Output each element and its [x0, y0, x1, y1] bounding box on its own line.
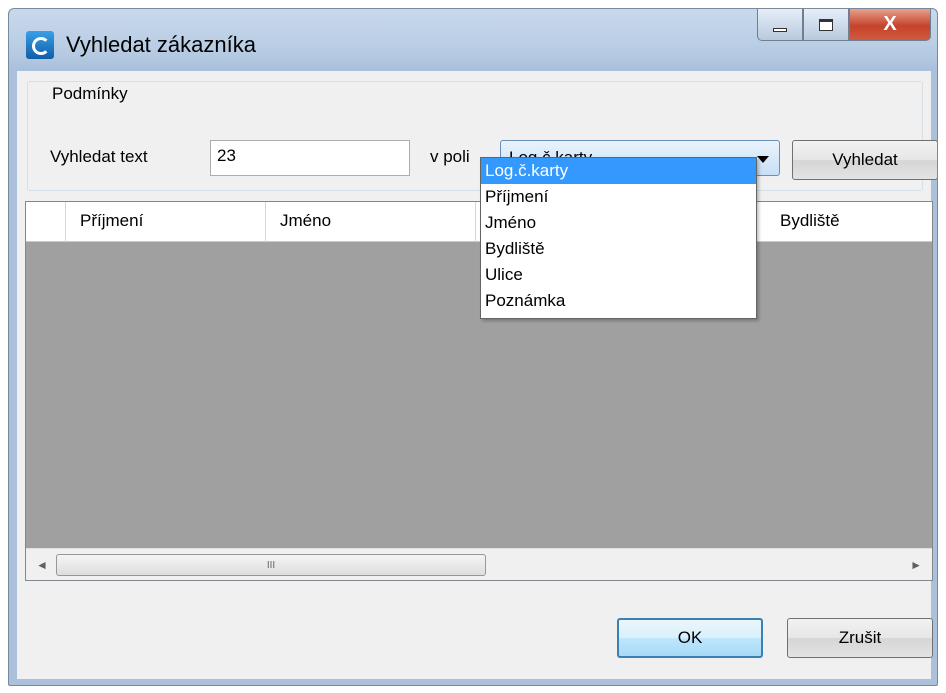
search-text-label: Vyhledat text — [50, 147, 148, 166]
window-title: Vyhledat zákazníka — [66, 32, 256, 57]
search-text-input[interactable]: 23 — [210, 140, 410, 176]
close-icon: X — [883, 13, 897, 35]
minimize-button[interactable] — [757, 9, 803, 41]
dropdown-option[interactable]: Log.č.karty — [481, 158, 756, 184]
close-button[interactable]: X — [849, 9, 931, 41]
dialog-client-area: Podmínky Vyhledat text 23 v poli Log.č.k… — [17, 71, 937, 679]
scroll-thumb[interactable]: III — [56, 554, 486, 576]
field-dropdown-list[interactable]: Log.č.karty Příjmení Jméno Bydliště Ulic… — [480, 157, 757, 319]
chevron-down-icon[interactable] — [757, 156, 769, 163]
minimize-icon — [773, 27, 787, 32]
dropdown-option[interactable]: Jméno — [481, 210, 756, 236]
column-header-residence[interactable]: Bydliště — [766, 202, 934, 242]
title-bar[interactable]: Vyhledat zákazníka X — [9, 9, 937, 71]
dropdown-option[interactable]: Ulice — [481, 262, 756, 288]
cancel-button[interactable]: Zrušit — [787, 618, 933, 658]
scroll-left-icon[interactable]: ◄ — [36, 558, 48, 572]
maximize-icon — [819, 18, 833, 31]
app-icon — [26, 31, 54, 59]
grid-corner-cell[interactable] — [26, 202, 66, 242]
grid-header: Příjmení Jméno Bydliště — [26, 202, 932, 242]
scroll-grip-icon: III — [266, 559, 276, 571]
scroll-right-icon[interactable]: ► — [910, 558, 922, 572]
dropdown-option[interactable]: Poznámka — [481, 288, 756, 314]
dialog-window: Vyhledat zákazníka X Podmínky Vyhledat t… — [8, 8, 938, 686]
dropdown-option[interactable]: Bydliště — [481, 236, 756, 262]
dropdown-option[interactable]: Příjmení — [481, 184, 756, 210]
conditions-groupbox: Podmínky Vyhledat text 23 v poli Log.č.k… — [27, 81, 937, 191]
column-header-name[interactable]: Jméno — [266, 202, 476, 242]
results-grid[interactable]: Příjmení Jméno Bydliště ◄ III ► — [25, 201, 933, 581]
conditions-group-title: Podmínky — [48, 84, 132, 104]
search-button[interactable]: Vyhledat — [792, 140, 937, 180]
maximize-button[interactable] — [803, 9, 849, 41]
horizontal-scrollbar[interactable]: ◄ III ► — [26, 548, 932, 580]
caption-buttons: X — [757, 9, 931, 41]
ok-button[interactable]: OK — [617, 618, 763, 658]
column-header-surname[interactable]: Příjmení — [66, 202, 266, 242]
field-label: v poli — [430, 147, 470, 166]
